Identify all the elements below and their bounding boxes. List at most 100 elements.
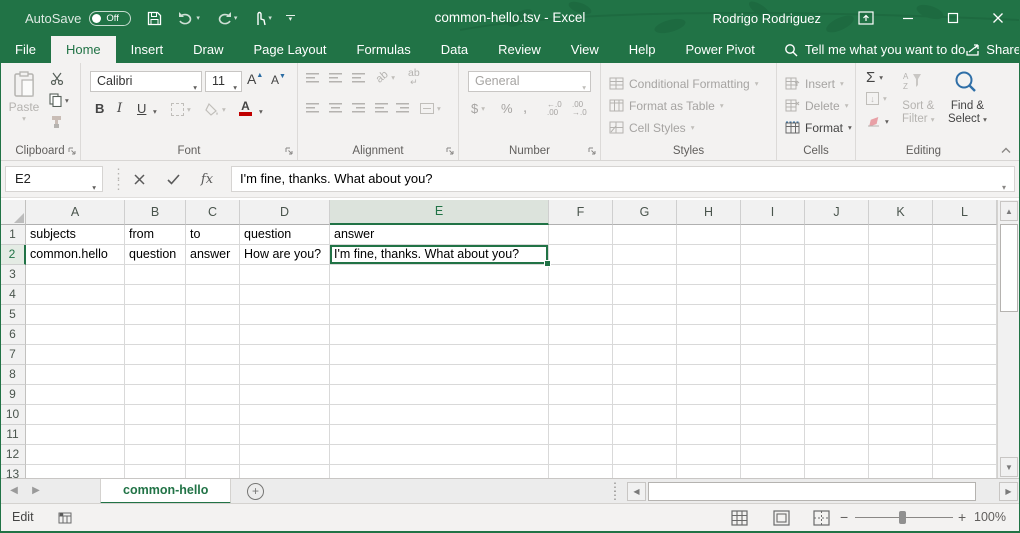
enter-entry-button[interactable] <box>160 166 186 192</box>
accounting-format-button[interactable]: $ ▾ <box>471 101 485 116</box>
cell-L12[interactable] <box>933 445 997 465</box>
cell-F2[interactable] <box>549 245 613 265</box>
cell-J12[interactable] <box>805 445 869 465</box>
alignment-dialog-launcher[interactable] <box>445 146 455 156</box>
cell-D7[interactable] <box>240 345 330 365</box>
cell-E1[interactable]: answer <box>330 225 549 245</box>
column-header-D[interactable]: D <box>240 200 330 225</box>
cell-C13[interactable] <box>186 465 240 478</box>
row-header-9[interactable]: 9 <box>0 385 26 405</box>
cell-G2[interactable] <box>613 245 677 265</box>
sheet-nav-left-arrow[interactable]: ◀ <box>4 479 24 504</box>
cell-A10[interactable] <box>26 405 125 425</box>
cell-A1[interactable]: subjects <box>26 225 125 245</box>
cell-D5[interactable] <box>240 305 330 325</box>
cell-E3[interactable] <box>330 265 549 285</box>
row-header-7[interactable]: 7 <box>0 345 26 365</box>
copy-button[interactable]: ▾ <box>49 93 69 107</box>
cell-A11[interactable] <box>26 425 125 445</box>
row-header-2[interactable]: 2 <box>0 245 26 265</box>
select-all-corner[interactable] <box>0 200 26 225</box>
cell-I9[interactable] <box>741 385 805 405</box>
wrap-text-button[interactable]: ab ↵ <box>408 69 420 87</box>
cell-K12[interactable] <box>869 445 933 465</box>
cell-D12[interactable] <box>240 445 330 465</box>
cell-E2[interactable]: I'm fine, thanks. What about you? <box>330 245 549 265</box>
cell-styles-button[interactable]: Cell Styles▾ <box>609 117 694 138</box>
cell-K10[interactable] <box>869 405 933 425</box>
cell-H11[interactable] <box>677 425 741 445</box>
row-header-1[interactable]: 1 <box>0 225 26 245</box>
merge-center-dropdown[interactable]: ▾ <box>437 104 441 113</box>
orientation-dropdown[interactable]: ▾ <box>391 73 395 82</box>
cell-F1[interactable] <box>549 225 613 245</box>
tab-home[interactable]: Home <box>51 36 116 63</box>
cell-L4[interactable] <box>933 285 997 305</box>
bottom-align-button[interactable] <box>352 73 365 83</box>
cell-J4[interactable] <box>805 285 869 305</box>
row-header-6[interactable]: 6 <box>0 325 26 345</box>
tab-view[interactable]: View <box>556 36 614 63</box>
cell-G7[interactable] <box>613 345 677 365</box>
cell-D1[interactable]: question <box>240 225 330 245</box>
column-header-J[interactable]: J <box>805 200 869 225</box>
cell-C10[interactable] <box>186 405 240 425</box>
row-header-8[interactable]: 8 <box>0 365 26 385</box>
cell-K4[interactable] <box>869 285 933 305</box>
vertical-scroll-thumb[interactable] <box>1000 224 1018 312</box>
zoom-slider-thumb[interactable] <box>899 511 906 524</box>
cell-H8[interactable] <box>677 365 741 385</box>
cell-G8[interactable] <box>613 365 677 385</box>
tab-draw[interactable]: Draw <box>178 36 238 63</box>
orientation-button[interactable]: ab ▾ <box>376 71 395 83</box>
clipboard-dialog-launcher[interactable] <box>67 146 77 156</box>
cell-I4[interactable] <box>741 285 805 305</box>
cell-D10[interactable] <box>240 405 330 425</box>
cell-E10[interactable] <box>330 405 549 425</box>
insert-cells-button[interactable]: Insert▾ <box>785 73 844 94</box>
cell-G10[interactable] <box>613 405 677 425</box>
cell-K13[interactable] <box>869 465 933 478</box>
cell-H7[interactable] <box>677 345 741 365</box>
cell-C5[interactable] <box>186 305 240 325</box>
cell-G3[interactable] <box>613 265 677 285</box>
tab-data[interactable]: Data <box>426 36 483 63</box>
cell-E12[interactable] <box>330 445 549 465</box>
cell-H12[interactable] <box>677 445 741 465</box>
cell-J11[interactable] <box>805 425 869 445</box>
cell-K11[interactable] <box>869 425 933 445</box>
format-painter-button[interactable] <box>50 115 63 129</box>
horizontal-scrollbar[interactable]: ◀ ▶ <box>627 482 1018 501</box>
format-as-table-button[interactable]: Format as Table▾ <box>609 95 724 116</box>
cell-B2[interactable]: question <box>125 245 186 265</box>
cell-F10[interactable] <box>549 405 613 425</box>
cell-H4[interactable] <box>677 285 741 305</box>
collapse-ribbon-button[interactable] <box>1000 146 1012 154</box>
scroll-left-arrow[interactable]: ◀ <box>627 482 646 501</box>
tab-power-pivot[interactable]: Power Pivot <box>671 36 770 63</box>
clear-button[interactable]: ▾ <box>866 115 889 128</box>
cell-E4[interactable] <box>330 285 549 305</box>
cell-I10[interactable] <box>741 405 805 425</box>
number-dialog-launcher[interactable] <box>587 146 597 156</box>
row-header-4[interactable]: 4 <box>0 285 26 305</box>
cell-J6[interactable] <box>805 325 869 345</box>
cell-K8[interactable] <box>869 365 933 385</box>
cell-L13[interactable] <box>933 465 997 478</box>
column-header-A[interactable]: A <box>26 200 125 225</box>
cell-A12[interactable] <box>26 445 125 465</box>
cell-L1[interactable] <box>933 225 997 245</box>
cell-L3[interactable] <box>933 265 997 285</box>
cell-I2[interactable] <box>741 245 805 265</box>
font-dialog-launcher[interactable] <box>284 146 294 156</box>
maximize-button[interactable] <box>930 0 975 36</box>
tab-scrollbar-divider[interactable]: ⋮⋮ <box>609 483 621 499</box>
cell-K1[interactable] <box>869 225 933 245</box>
autosum-button[interactable]: Σ ▾ <box>866 69 883 86</box>
cell-H9[interactable] <box>677 385 741 405</box>
cell-G5[interactable] <box>613 305 677 325</box>
clear-dropdown[interactable]: ▾ <box>885 117 889 126</box>
cell-B12[interactable] <box>125 445 186 465</box>
cell-D4[interactable] <box>240 285 330 305</box>
fill-dropdown[interactable]: ▾ <box>883 94 887 103</box>
